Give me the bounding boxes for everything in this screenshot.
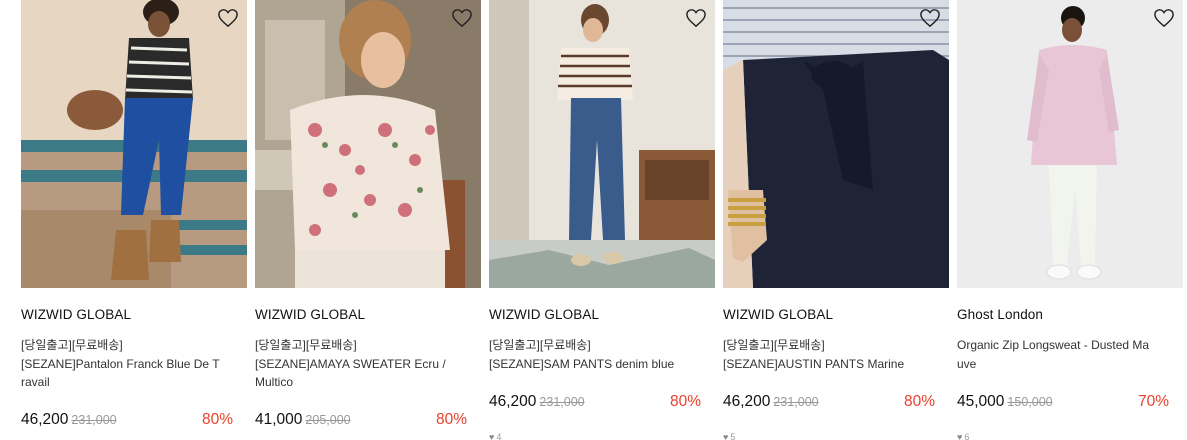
title-line: [당일출고][무료배송] [489, 338, 591, 352]
title-line: [SEZANE]SAM PANTS denim blue [489, 356, 675, 371]
brand-name[interactable]: WIZWID GLOBAL [255, 307, 365, 322]
brand-name[interactable]: WIZWID GLOBAL [21, 307, 131, 322]
title-line: [당일출고][무료배송] [723, 338, 825, 352]
product-grid: WIZWID GLOBAL [당일출고][무료배송] [SEZANE]Panta… [0, 0, 1187, 440]
discount-rate: 80% [435, 411, 467, 428]
price-row: 46,200 231,000 80% [21, 411, 233, 433]
product-title[interactable]: [당일출고][무료배송] [SEZANE]AUSTIN PANTS Marine [723, 336, 943, 373]
discount-rate: 80% [903, 393, 935, 410]
product-card[interactable]: WIZWID GLOBAL [당일출고][무료배송] [SEZANE]Panta… [21, 0, 247, 440]
original-price: 231,000 [773, 395, 819, 409]
title-line: [SEZANE]Pantalon Franck Blue De T [21, 356, 220, 371]
discount-rate: 80% [669, 393, 701, 410]
heart-filled-icon: ♥ [723, 432, 729, 440]
like-count-value: 4 [496, 432, 502, 440]
product-title[interactable]: [당일출고][무료배송] [SEZANE]Pantalon Franck Blu… [21, 336, 241, 392]
product-title[interactable]: [당일출고][무료배송] [SEZANE]SAM PANTS denim blu… [489, 336, 709, 373]
wishlist-heart-icon[interactable] [451, 8, 473, 28]
title-line: [당일출고][무료배송] [255, 338, 357, 352]
product-title[interactable]: [당일출고][무료배송] [SEZANE]AMAYA SWEATER Ecru … [255, 336, 475, 392]
wishlist-heart-icon[interactable] [685, 8, 707, 28]
discount-rate: 80% [201, 411, 233, 428]
price-row: 46,200 231,000 80% [489, 393, 701, 415]
original-price: 150,000 [1007, 395, 1053, 409]
heart-filled-icon: ♥ [489, 432, 495, 440]
product-image[interactable] [255, 0, 481, 288]
product-image[interactable] [489, 0, 715, 288]
product-image[interactable] [957, 0, 1183, 288]
like-count: ♥ 5 [723, 432, 735, 440]
title-line: Organic Zip Longsweat - Dusted Ma [957, 338, 1150, 352]
sale-price: 45,000 [957, 393, 1005, 410]
price-row: 45,000 150,000 70% [957, 393, 1169, 415]
title-line: ravail [21, 375, 50, 389]
original-price: 231,000 [539, 395, 585, 409]
brand-name[interactable]: WIZWID GLOBAL [723, 307, 833, 322]
discount-rate: 70% [1137, 393, 1169, 410]
product-card[interactable]: WIZWID GLOBAL [당일출고][무료배송] [SEZANE]AUSTI… [723, 0, 949, 440]
title-line: [당일출고][무료배송] [21, 338, 123, 352]
price-row: 46,200 231,000 80% [723, 393, 935, 415]
like-count: ♥ 4 [489, 432, 501, 440]
product-image[interactable] [21, 0, 247, 288]
wishlist-heart-icon[interactable] [919, 8, 941, 28]
original-price: 205,000 [305, 413, 351, 427]
original-price: 231,000 [71, 413, 117, 427]
title-line: Multico [255, 375, 294, 389]
brand-name[interactable]: Ghost London [957, 307, 1043, 322]
like-count: ♥ 6 [957, 432, 969, 440]
price-row: 41,000 205,000 80% [255, 411, 467, 433]
title-line: [SEZANE]AMAYA SWEATER Ecru / [255, 356, 446, 371]
title-line: uve [957, 356, 977, 371]
wishlist-heart-icon[interactable] [1153, 8, 1175, 28]
product-card[interactable]: WIZWID GLOBAL [당일출고][무료배송] [SEZANE]AMAYA… [255, 0, 481, 440]
product-title[interactable]: Organic Zip Longsweat - Dusted Ma uve [957, 336, 1177, 373]
product-image[interactable] [723, 0, 949, 288]
like-count-value: 6 [964, 432, 970, 440]
brand-name[interactable]: WIZWID GLOBAL [489, 307, 599, 322]
sale-price: 46,200 [723, 393, 771, 410]
like-count-value: 5 [730, 432, 736, 440]
product-card[interactable]: WIZWID GLOBAL [당일출고][무료배송] [SEZANE]SAM P… [489, 0, 715, 440]
product-card[interactable]: Ghost London Organic Zip Longsweat - Dus… [957, 0, 1183, 440]
sale-price: 46,200 [489, 393, 537, 410]
title-line: [SEZANE]AUSTIN PANTS Marine [723, 356, 905, 371]
heart-filled-icon: ♥ [957, 432, 963, 440]
sale-price: 46,200 [21, 411, 69, 428]
wishlist-heart-icon[interactable] [217, 8, 239, 28]
sale-price: 41,000 [255, 411, 303, 428]
